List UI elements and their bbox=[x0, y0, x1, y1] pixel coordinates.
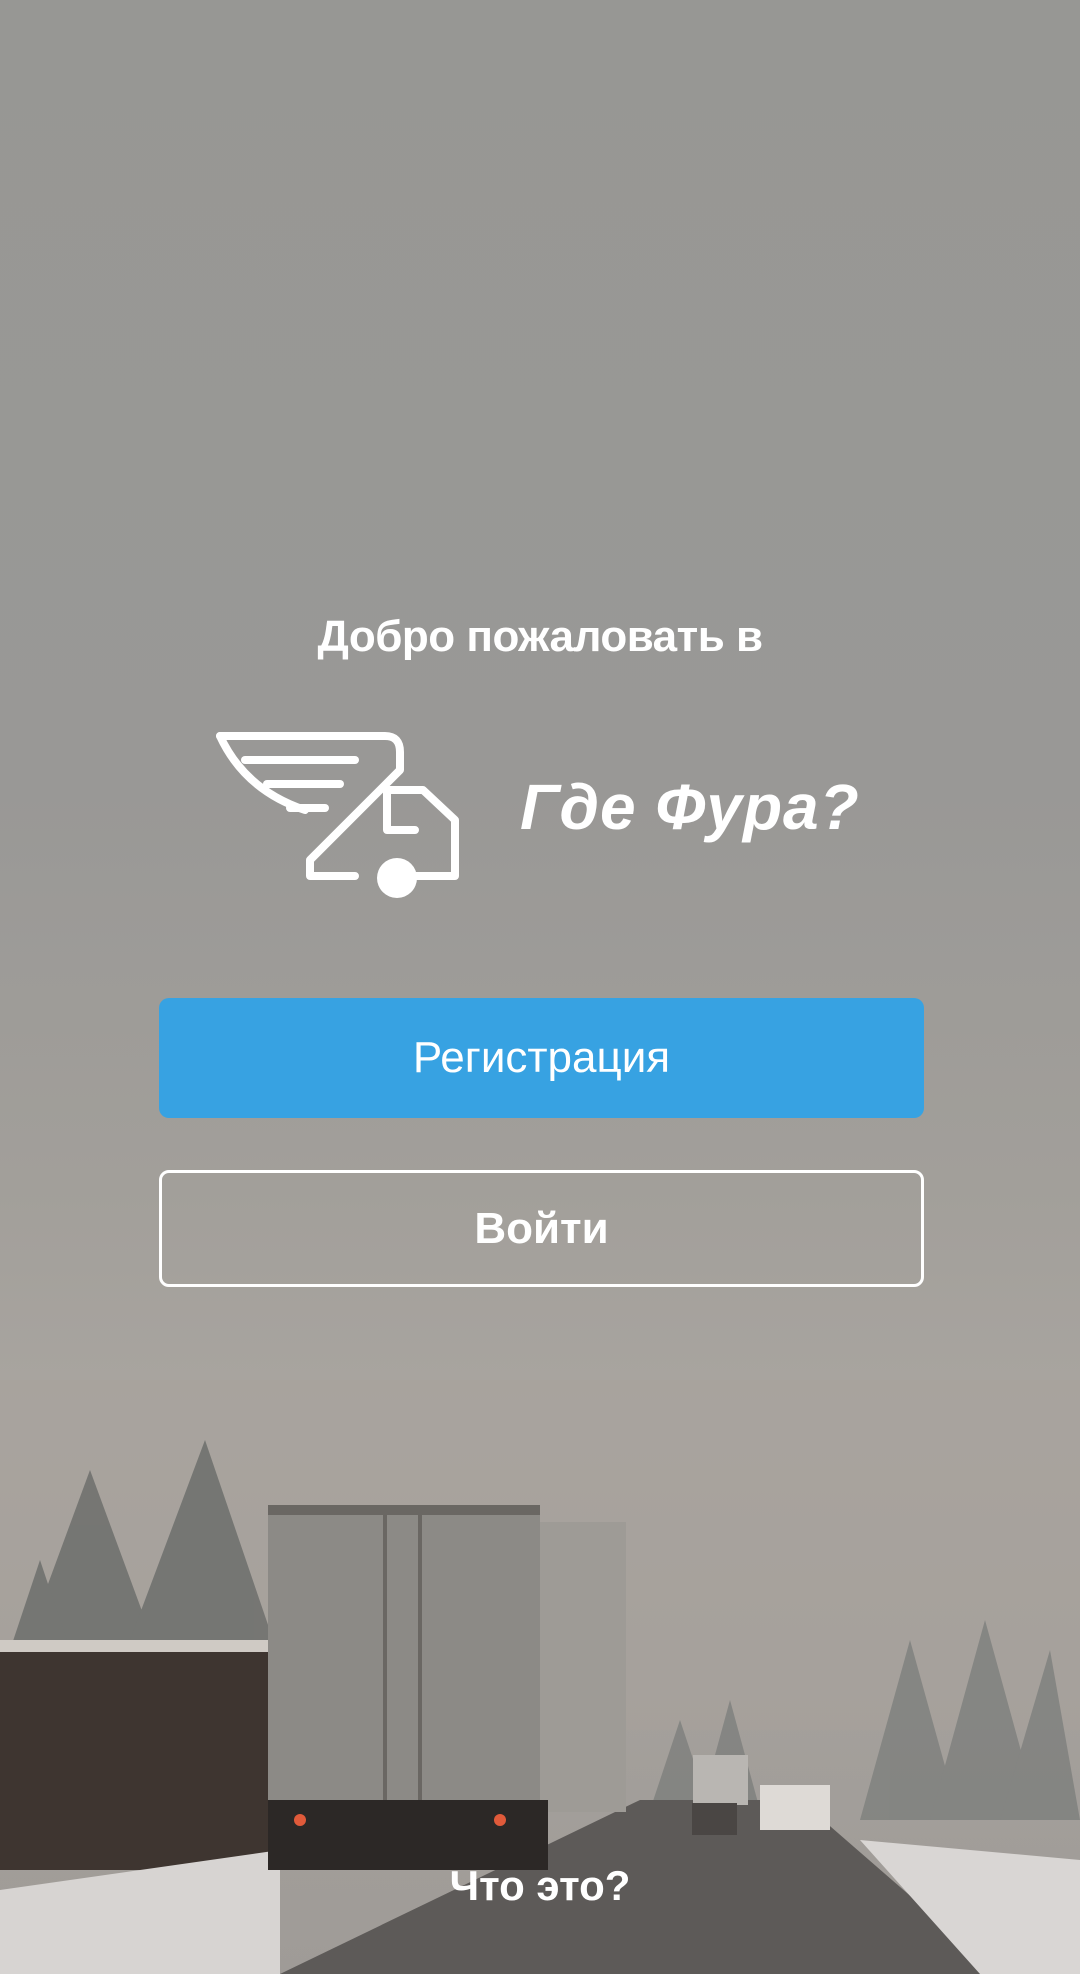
brand-name: Где Фура? bbox=[520, 771, 860, 843]
welcome-screen: Добро пожаловать в Где Фура? Регистрация… bbox=[0, 0, 1080, 1974]
winged-truck-icon bbox=[216, 732, 459, 898]
register-button[interactable]: Регистрация bbox=[159, 998, 924, 1118]
background-photo-winter-highway bbox=[0, 1380, 1080, 1974]
login-button[interactable]: Войти bbox=[159, 1170, 924, 1287]
what-is-it-label: Что это? bbox=[449, 1862, 631, 1909]
welcome-title: Добро пожаловать в bbox=[317, 612, 763, 661]
what-is-it-link[interactable]: Что это? bbox=[0, 1862, 1080, 1910]
app-logo: Где Фура? bbox=[215, 730, 875, 900]
